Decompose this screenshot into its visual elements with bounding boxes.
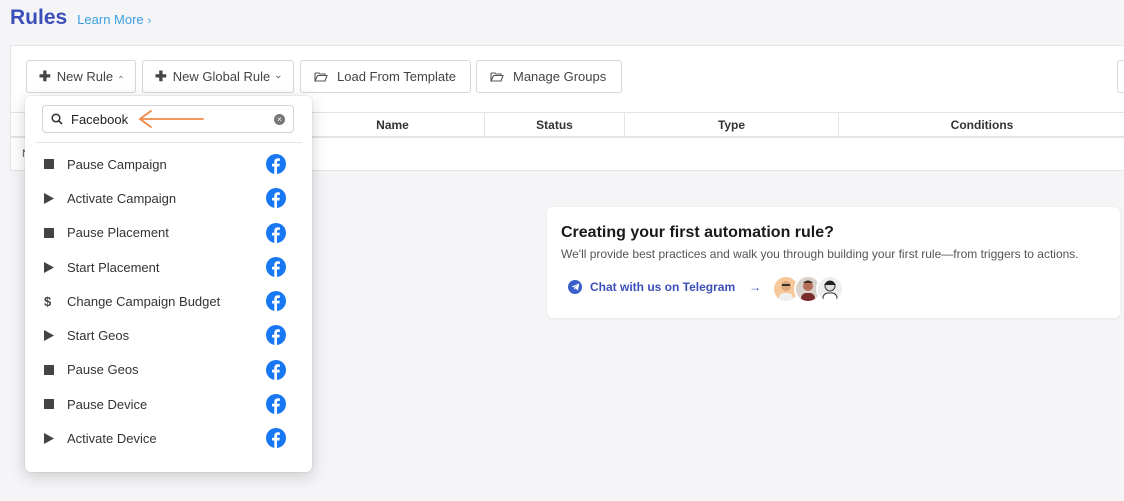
column-header-name[interactable]: Name: [301, 113, 485, 137]
menu-item[interactable]: Pause Device: [25, 387, 312, 421]
search-icon: [51, 113, 63, 125]
telegram-icon: [568, 280, 582, 294]
learn-more-label: Learn More: [77, 12, 144, 27]
new-rule-label: New Rule: [56, 69, 114, 84]
menu-item[interactable]: Start Placement: [25, 250, 312, 284]
dollar-icon: $: [44, 293, 52, 309]
support-avatars: [772, 275, 844, 303]
play-icon: [44, 192, 56, 204]
menu-item-label: Start Geos: [67, 328, 130, 344]
menu-item[interactable]: Pause Geos: [25, 353, 312, 387]
menu-item-label: Pause Campaign: [67, 156, 167, 172]
facebook-icon: [266, 428, 286, 451]
arrow-right-icon: →: [749, 280, 762, 294]
menu-item[interactable]: Activate Device: [25, 421, 312, 455]
avatar: [816, 275, 844, 303]
menu-item-label: Change Campaign Budget: [67, 293, 221, 309]
clear-search-icon[interactable]: ×: [274, 114, 285, 125]
toolbar-right-control[interactable]: [1117, 60, 1124, 93]
play-icon: [44, 330, 56, 342]
facebook-icon: [266, 359, 286, 383]
manage-groups-label: Manage Groups: [513, 69, 607, 84]
menu-item[interactable]: Activate Campaign: [25, 181, 312, 215]
chevron-down-icon: [276, 75, 281, 78]
facebook-icon: [266, 325, 286, 348]
card-description: We'll provide best practices and walk yo…: [561, 247, 1079, 261]
stop-icon: [44, 159, 56, 170]
page-title: Rules: [10, 6, 68, 29]
column-header-conditions[interactable]: Conditions: [839, 113, 1124, 137]
rule-action-list: Pause Campaign Activate Campaign Pause Pla…: [25, 147, 312, 456]
telegram-link-label: Chat with us on Telegram: [590, 280, 736, 294]
new-global-rule-button[interactable]: ✚ New Global Rule: [142, 60, 294, 93]
page-header: Rules Learn More ›: [10, 6, 151, 30]
stop-icon: [44, 227, 56, 238]
telegram-chat-link[interactable]: Chat with us on Telegram →: [568, 280, 761, 294]
plus-icon: ✚: [155, 68, 167, 84]
menu-item-label: Pause Geos: [67, 362, 139, 378]
load-from-template-label: Load From Template: [337, 69, 456, 84]
new-global-rule-label: New Global Rule: [172, 69, 271, 84]
card-title: Creating your first automation rule?: [561, 224, 834, 241]
menu-item[interactable]: Pause Campaign: [25, 147, 312, 181]
divider: [35, 142, 302, 143]
menu-item-label: Activate Device: [67, 431, 157, 447]
menu-item-label: Pause Placement: [67, 225, 169, 241]
new-rule-button[interactable]: ✚ New Rule: [26, 60, 136, 93]
manage-groups-button[interactable]: Manage Groups: [476, 60, 622, 93]
folder-open-icon: [490, 72, 504, 82]
facebook-icon: [266, 256, 286, 280]
stop-icon: [44, 399, 56, 410]
facebook-icon: [266, 222, 286, 246]
menu-item-label: Pause Device: [67, 396, 148, 412]
menu-item[interactable]: Start Geos: [25, 318, 312, 352]
folder-open-icon: [314, 72, 328, 82]
onboarding-card: Creating your first automation rule? We'…: [547, 207, 1120, 318]
annotation-arrow-icon: [138, 110, 204, 128]
menu-item[interactable]: Pause Placement: [25, 216, 312, 250]
facebook-icon: [266, 394, 286, 417]
new-rule-dropdown: × Pause Campaign Activate Campaign Pause P…: [25, 96, 312, 472]
menu-item-label: Start Placement: [67, 259, 160, 275]
learn-more-link[interactable]: Learn More ›: [77, 12, 151, 27]
facebook-icon: [266, 291, 286, 314]
stop-icon: [44, 364, 56, 375]
menu-item[interactable]: $ Change Campaign Budget: [25, 284, 312, 318]
column-header-status[interactable]: Status: [485, 113, 625, 137]
play-icon: [44, 261, 56, 273]
plus-icon: ✚: [39, 68, 51, 84]
facebook-icon: [266, 154, 286, 177]
load-from-template-button[interactable]: Load From Template: [300, 60, 471, 93]
chevron-right-icon: ›: [147, 15, 152, 27]
menu-item-label: Activate Campaign: [67, 190, 177, 206]
facebook-icon: [266, 188, 286, 211]
play-icon: [44, 433, 56, 445]
chevron-up-icon: [119, 75, 123, 78]
column-header-type[interactable]: Type: [625, 113, 839, 137]
